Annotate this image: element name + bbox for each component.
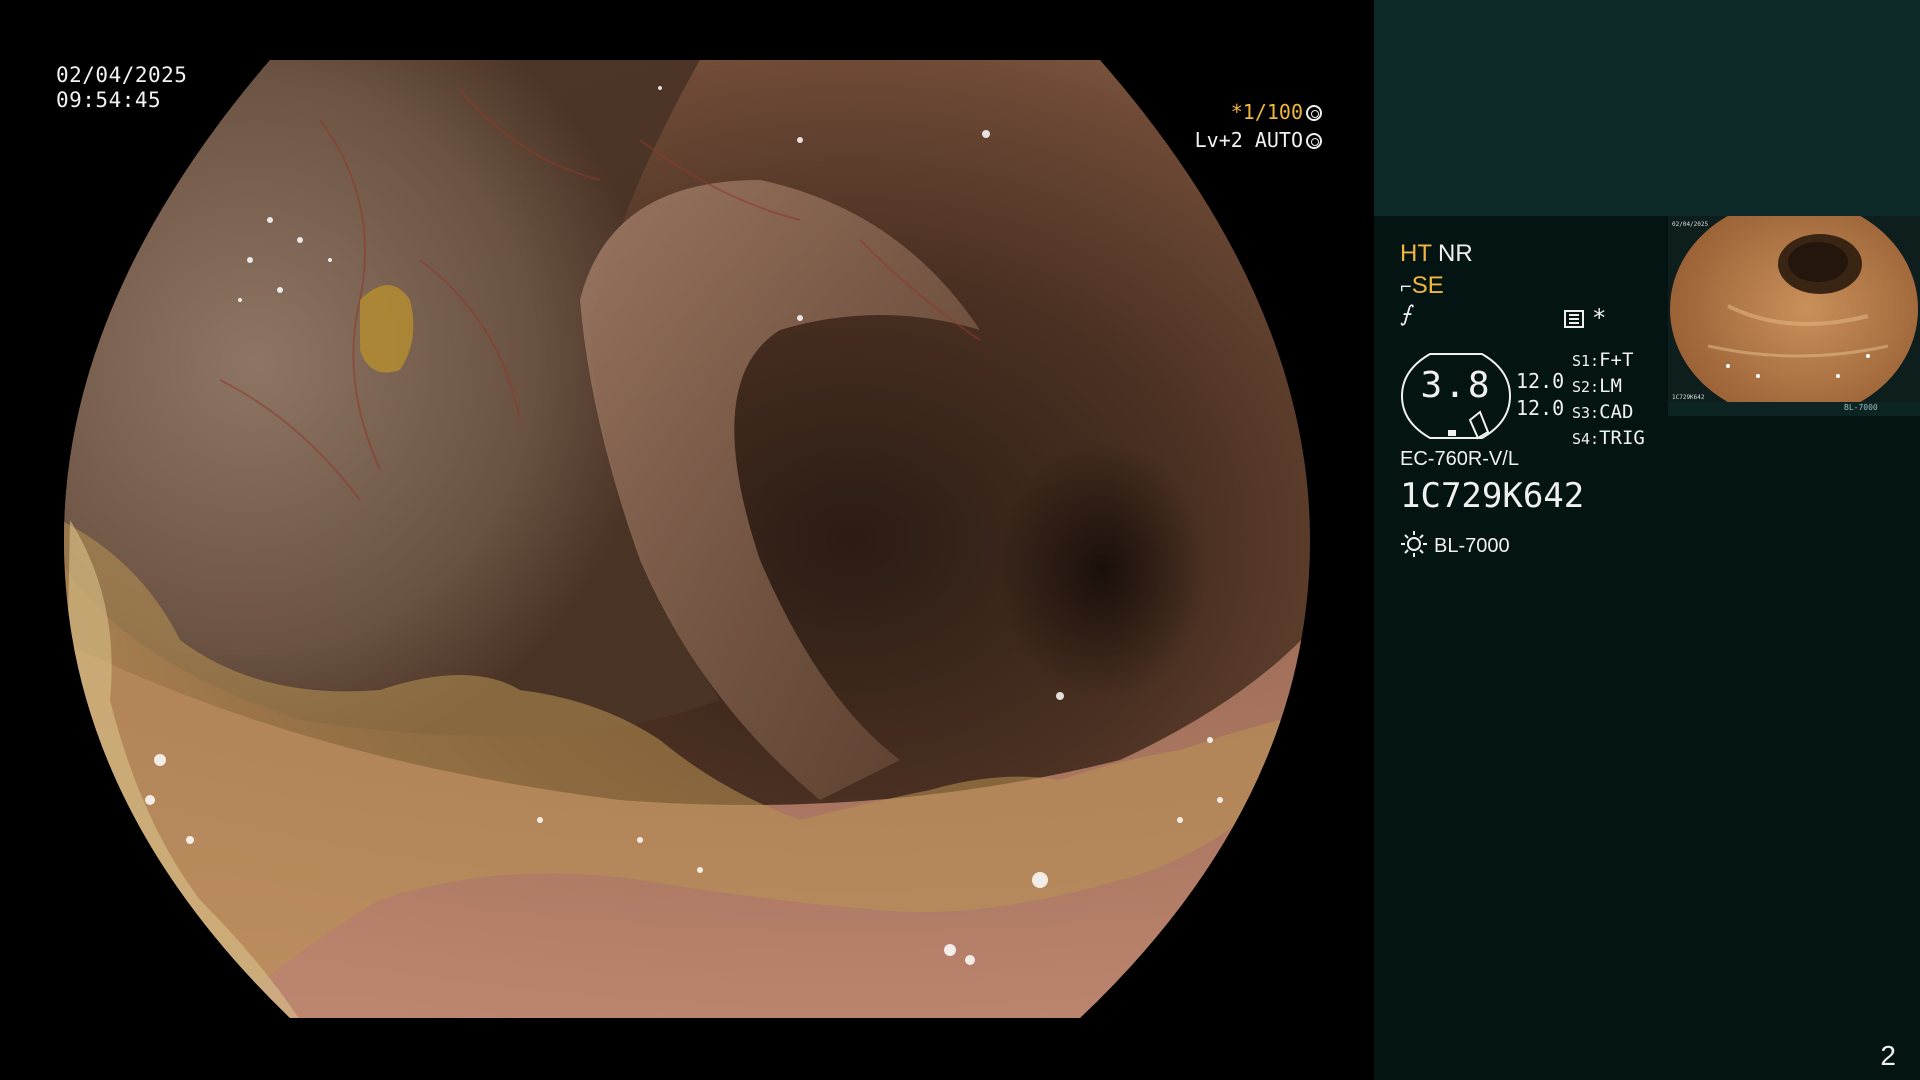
level-row: Lv+2 AUTO: [1195, 126, 1322, 154]
asterisk-mark: *: [1592, 304, 1607, 332]
thumbnail-image: 02/04/2025 1C729K642: [1668, 216, 1920, 402]
lamp-icon: [1401, 531, 1427, 557]
time-label: 09:54:45: [56, 88, 162, 112]
switch-list: S1:F+T S2:LM S3:CAD S4:TRIG: [1572, 348, 1645, 452]
se-label: SE: [1411, 272, 1444, 299]
endoscopy-screen: 02/04/2025 09:54:45 *1/100 Lv+2 AUTO HT N…: [0, 0, 1920, 1080]
thumbnail-footer: BL-7000: [1668, 402, 1920, 416]
se-row: ⌐SE: [1400, 272, 1444, 301]
menu-icon: [1564, 310, 1584, 328]
exposure-overlay: *1/100 Lv+2 AUTO: [1195, 98, 1322, 154]
switch-row: S2:LM: [1572, 375, 1622, 397]
svg-text:1C729K642: 1C729K642: [1672, 394, 1705, 401]
gauge-value: 3.8: [1420, 365, 1492, 406]
gauge-value-2: 12.0: [1516, 396, 1565, 420]
switch-row: S4:TRIG: [1572, 427, 1645, 449]
info-panel: HT NR ⌐SE ⨍ * 3.8 12.0 12.0 S1:F+T S2:LM…: [1374, 0, 1920, 1080]
flash-icon: ⨍: [1400, 302, 1412, 327]
svg-text:02/04/2025: 02/04/2025: [1672, 221, 1709, 228]
level-auto-label: Lv+2 AUTO: [1194, 128, 1303, 152]
page-number: 2: [1880, 1040, 1896, 1071]
ht-nr-row: HT NR: [1400, 240, 1473, 268]
shutter-label: *1/100: [1230, 100, 1303, 124]
scope-model-label: EC-760R-V/L: [1400, 448, 1519, 470]
ht-label: HT: [1400, 240, 1432, 267]
structure-enhance-icon: ⌐: [1400, 276, 1412, 298]
shutter-row: *1/100: [1195, 98, 1322, 126]
panel-header-area: [1374, 0, 1920, 216]
switch-row: S3:CAD: [1572, 401, 1634, 423]
aperture-icon: [1306, 105, 1322, 121]
light-source-row: BL-7000: [1400, 530, 1510, 558]
gauge-value-1: 12.0: [1516, 369, 1565, 393]
serial-number: 1C729K642: [1400, 476, 1585, 516]
nr-label: NR: [1438, 240, 1473, 267]
gauge-side-values: 12.0 12.0: [1516, 368, 1564, 422]
datetime-readout: 02/04/2025 09:54:45: [56, 63, 187, 113]
thumbnail-light-label: BL-7000: [1844, 403, 1878, 412]
captured-thumbnail[interactable]: 02/04/2025 1C729K642: [1668, 216, 1920, 402]
endoscope-image: [64, 60, 1310, 1018]
endoscope-view: 02/04/2025 09:54:45 *1/100 Lv+2 AUTO: [0, 0, 1374, 1080]
switch-row: S1:F+T: [1572, 349, 1634, 371]
target-icon: [1306, 133, 1322, 149]
light-source-label: BL-7000: [1434, 535, 1510, 557]
date-label: 02/04/2025: [56, 63, 188, 87]
